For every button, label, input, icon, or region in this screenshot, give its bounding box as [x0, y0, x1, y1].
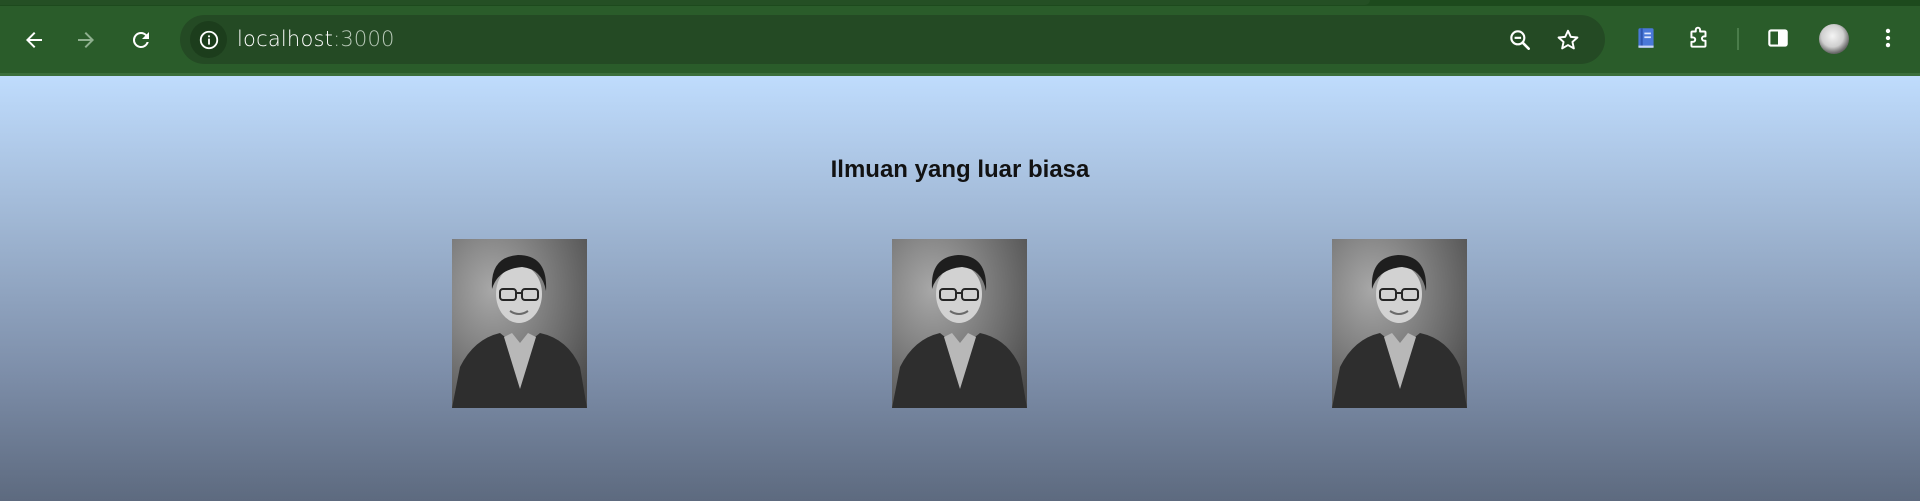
url-text[interactable]: localhost:3000: [237, 27, 395, 51]
scientist-portrait: [1332, 239, 1467, 408]
menu-button[interactable]: [1872, 22, 1904, 54]
side-panel-button[interactable]: [1762, 22, 1794, 54]
star-icon: [1557, 29, 1579, 50]
portrait-photo: [452, 239, 587, 408]
url-port: :3000: [333, 27, 395, 51]
bookmark-button[interactable]: [1554, 26, 1582, 54]
arrow-right-icon: [78, 32, 94, 48]
extensions-button[interactable]: [1683, 22, 1715, 54]
active-tab-edge: [0, 0, 1370, 5]
profile-avatar[interactable]: [1819, 24, 1849, 54]
book-icon: [1638, 28, 1654, 48]
kebab-menu-icon: [1885, 28, 1891, 48]
puzzle-icon: [1690, 26, 1707, 48]
portrait-photo: [1332, 239, 1467, 408]
portrait-photo: [892, 239, 1027, 408]
scientist-portrait: [452, 239, 587, 408]
page-viewport: Ilmuan yang luar biasa: [0, 76, 1920, 501]
info-icon: [199, 30, 218, 49]
browser-toolbar: localhost:3000: [0, 0, 1920, 76]
arrow-left-icon: [26, 32, 42, 48]
page-heading: Ilmuan yang luar biasa: [830, 156, 1090, 183]
forward-button[interactable]: [66, 20, 106, 60]
scientist-portrait: [892, 239, 1027, 408]
extension-book-button[interactable]: [1630, 22, 1662, 54]
side-panel-icon: [1768, 29, 1788, 47]
reload-button[interactable]: [121, 20, 161, 60]
back-button[interactable]: [14, 20, 54, 60]
toolbar-divider: [1737, 28, 1739, 50]
zoom-out-icon: [1510, 30, 1530, 50]
zoom-button[interactable]: [1506, 26, 1534, 54]
reload-icon: [132, 31, 149, 48]
address-bar[interactable]: localhost:3000: [180, 15, 1605, 64]
url-host: localhost: [237, 27, 334, 51]
site-info-button[interactable]: [190, 21, 227, 58]
